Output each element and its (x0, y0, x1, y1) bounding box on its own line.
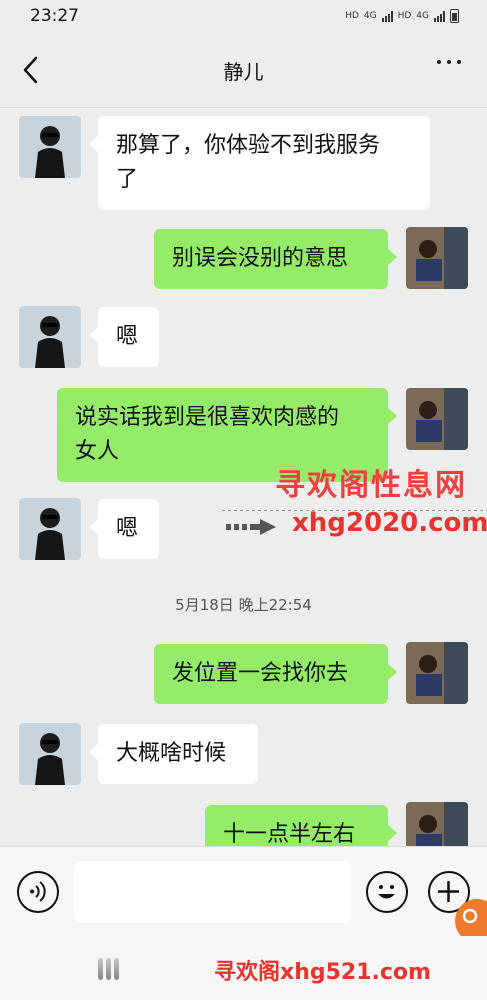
hd-label-1: HD (345, 11, 359, 21)
message-text: 大概啥时候 (116, 741, 227, 766)
more-dots-icon (437, 60, 441, 64)
message-bubble-sent[interactable]: 十一点半左右 (205, 805, 397, 846)
emoji-icon (378, 885, 395, 899)
message-timestamp: 5月18日 晚上22:54 (175, 596, 312, 614)
message-text: 了 (116, 167, 139, 192)
more-dot (457, 60, 461, 64)
network-label-1: 4G (363, 11, 377, 21)
chat-header: 静儿 (0, 32, 487, 108)
message-bubble-received[interactable]: 大概啥时候 (89, 724, 258, 784)
arrow-right-icon (226, 519, 276, 535)
network-label-2: 4G (416, 11, 429, 21)
message-bubble-received[interactable]: 那算了，你体验不到我服务 了 (89, 116, 430, 210)
message-text: 别误会没别的意思 (172, 246, 349, 271)
contact-avatar[interactable] (19, 723, 81, 785)
more-dot (447, 60, 451, 64)
battery-icon (450, 9, 459, 23)
signal-icon-1 (381, 10, 393, 22)
message-text: 发位置一会找你去 (172, 661, 349, 686)
voice-button[interactable] (17, 871, 59, 913)
user-avatar[interactable] (406, 802, 468, 846)
message-text: 嗯 (116, 324, 139, 349)
page-title: 静儿 (223, 60, 264, 84)
message-text: 那算了，你体验不到我服务 (116, 133, 381, 158)
more-button[interactable] (437, 60, 461, 64)
emoji-button[interactable] (366, 871, 408, 913)
status-time: 23:27 (30, 6, 79, 26)
contact-avatar[interactable] (19, 306, 81, 368)
message-text: 十一点半左右 (223, 822, 356, 846)
watermark-footer: 寻欢阁xhg521.com (214, 960, 431, 985)
message-bubble-received[interactable]: 嗯 (89, 499, 159, 559)
watermark-text: 寻欢阁性息网 (275, 468, 467, 503)
message-bubble-sent[interactable]: 别误会没别的意思 (154, 229, 397, 289)
user-avatar[interactable] (406, 227, 468, 289)
hd-label-2: HD (397, 11, 412, 21)
message-text: 嗯 (116, 516, 139, 541)
message-text: 说实话我到是很喜欢肉感的 (75, 405, 340, 430)
bottom-bar: 寻欢阁xhg521.com (0, 936, 487, 1000)
message-bubble-received[interactable]: 嗯 (89, 307, 159, 367)
app-logo-icon (98, 958, 119, 980)
status-icons: HD 4G HD 4G (345, 9, 459, 23)
user-avatar[interactable] (406, 388, 468, 450)
status-bar: 23:27 HD 4G HD 4G (0, 0, 487, 32)
input-bar (0, 846, 487, 943)
message-input[interactable] (74, 861, 351, 923)
message-bubble-sent[interactable]: 发位置一会找你去 (154, 644, 397, 704)
contact-avatar[interactable] (19, 116, 81, 178)
watermark-url: xhg2020.com (292, 508, 487, 538)
user-avatar[interactable] (406, 642, 468, 704)
voice-icon (30, 881, 46, 902)
contact-avatar[interactable] (19, 498, 81, 560)
signal-icon-2 (434, 10, 445, 22)
